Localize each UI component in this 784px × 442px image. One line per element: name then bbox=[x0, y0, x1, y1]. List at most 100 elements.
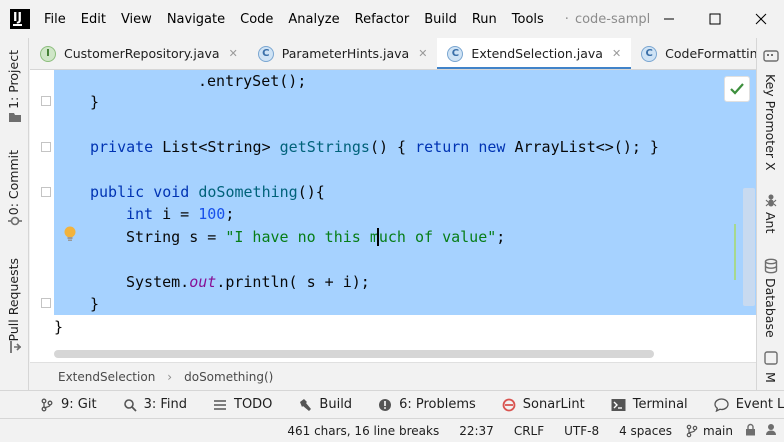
pull-request-icon bbox=[10, 341, 22, 353]
close-tab-icon[interactable]: ✕ bbox=[229, 47, 238, 60]
list-icon bbox=[214, 399, 226, 410]
sonarlint-tool-button[interactable]: SonarLint bbox=[502, 397, 585, 412]
find-tool-button[interactable]: 3: Find bbox=[123, 397, 187, 412]
menu-build[interactable]: Build bbox=[424, 12, 457, 27]
code-line: int i = 100; bbox=[126, 205, 235, 223]
close-button[interactable] bbox=[738, 0, 784, 38]
fold-marker[interactable] bbox=[41, 298, 51, 308]
editor-tabs: I CustomerRepository.java ✕ C ParameterH… bbox=[30, 38, 756, 70]
database-tool-button[interactable]: Database bbox=[763, 278, 778, 338]
window-controls bbox=[646, 0, 784, 38]
maven-tool-button[interactable]: M bbox=[763, 372, 778, 383]
inspector-icon[interactable] bbox=[764, 422, 778, 439]
menu-navigate[interactable]: Navigate bbox=[167, 12, 225, 27]
maximize-icon bbox=[709, 13, 721, 25]
commit-tool-button[interactable]: 0: Commit bbox=[6, 150, 21, 215]
project-title: · code-sampl bbox=[564, 11, 651, 27]
key-promoter-tool-button[interactable]: Key Promoter X bbox=[763, 74, 778, 171]
minimize-button[interactable] bbox=[646, 0, 692, 38]
speech-bubble-icon bbox=[714, 397, 729, 412]
selection-info: 461 chars, 16 line breaks bbox=[287, 423, 440, 438]
caret-position[interactable]: 22:37 bbox=[459, 424, 494, 438]
event-log-tool-button[interactable]: Event Log bbox=[714, 397, 784, 412]
tab-label: ExtendSelection.java bbox=[471, 46, 603, 61]
vertical-scrollbar-thumb[interactable] bbox=[743, 188, 755, 306]
tab-extend-selection[interactable]: C ExtendSelection.java ✕ bbox=[437, 38, 632, 69]
lock-icon[interactable] bbox=[745, 423, 756, 439]
checkmark-icon bbox=[730, 83, 744, 95]
build-tool-button[interactable]: Build bbox=[298, 397, 352, 412]
no-problems-indicator[interactable] bbox=[724, 76, 750, 102]
class-file-icon: C bbox=[447, 45, 464, 62]
horizontal-scrollbar[interactable] bbox=[54, 350, 654, 358]
maximize-button[interactable] bbox=[692, 0, 738, 38]
menu-refactor[interactable]: Refactor bbox=[355, 12, 410, 27]
editor-gutter[interactable] bbox=[30, 70, 54, 362]
breadcrumb-separator: › bbox=[167, 369, 173, 384]
menu-edit[interactable]: Edit bbox=[81, 12, 106, 27]
branch-icon bbox=[686, 424, 698, 437]
tab-code-formatting[interactable]: C CodeFormatting.java ✕ bbox=[631, 38, 756, 69]
tab-label: CustomerRepository.java bbox=[64, 46, 220, 61]
menu-tools[interactable]: Tools bbox=[512, 12, 544, 27]
code-line: } bbox=[54, 318, 64, 336]
breadcrumb-method[interactable]: doSomething() bbox=[184, 370, 273, 384]
fold-marker[interactable] bbox=[41, 96, 51, 106]
breadcrumb-class[interactable]: ExtendSelection bbox=[58, 370, 155, 384]
code-editor[interactable]: .entrySet(); } private List<String> getS… bbox=[30, 70, 756, 362]
fold-marker[interactable] bbox=[41, 187, 51, 197]
code-line: } bbox=[90, 295, 100, 313]
left-tool-strip: 1: Project 0: Commit Pull Requests bbox=[0, 38, 29, 390]
menu-analyze[interactable]: Analyze bbox=[288, 12, 339, 27]
right-tool-strip: Key Promoter X Ant Database M bbox=[756, 38, 784, 390]
maven-icon bbox=[764, 351, 778, 365]
code-line: } bbox=[90, 93, 100, 111]
interface-file-icon: I bbox=[40, 45, 56, 62]
file-encoding[interactable]: UTF-8 bbox=[564, 424, 599, 438]
problems-tool-button[interactable]: 6: Problems bbox=[378, 397, 476, 412]
warning-circle-icon bbox=[379, 398, 392, 411]
indent-setting[interactable]: 4 spaces bbox=[619, 424, 672, 438]
class-file-icon: C bbox=[641, 45, 658, 62]
close-tab-icon[interactable]: ✕ bbox=[612, 47, 621, 60]
code-line: public void doSomething(){ bbox=[90, 183, 325, 201]
git-branch[interactable]: main bbox=[686, 424, 733, 438]
git-tool-button[interactable]: 9: Git bbox=[40, 397, 97, 412]
todo-tool-button[interactable]: TODO bbox=[213, 397, 272, 412]
ant-tool-button[interactable]: Ant bbox=[763, 212, 778, 233]
line-separator[interactable]: CRLF bbox=[514, 424, 544, 438]
lightbulb-icon[interactable] bbox=[62, 225, 78, 243]
tab-label: ParameterHints.java bbox=[281, 46, 410, 61]
project-tool-button[interactable]: 1: Project bbox=[6, 50, 21, 109]
fold-marker[interactable] bbox=[41, 142, 51, 152]
pull-requests-tool-button[interactable]: Pull Requests bbox=[6, 258, 21, 341]
text-caret bbox=[377, 228, 379, 246]
status-bar: 461 chars, 16 line breaks 22:37 CRLF UTF… bbox=[0, 418, 784, 442]
terminal-icon bbox=[611, 398, 626, 411]
terminal-tool-button[interactable]: Terminal bbox=[611, 397, 688, 412]
breadcrumb: ExtendSelection › doSomething() bbox=[30, 362, 756, 390]
change-marker bbox=[734, 224, 736, 280]
sonarlint-icon bbox=[502, 398, 516, 411]
menu-file[interactable]: File bbox=[44, 12, 66, 27]
menu-run[interactable]: Run bbox=[472, 12, 497, 27]
search-icon bbox=[123, 398, 137, 412]
git-branch-icon bbox=[41, 398, 53, 411]
close-icon bbox=[755, 13, 767, 25]
key-promoter-icon bbox=[763, 50, 779, 62]
class-file-icon: C bbox=[257, 45, 274, 62]
code-line: .entrySet(); bbox=[198, 72, 307, 90]
tab-customer-repository[interactable]: I CustomerRepository.java ✕ bbox=[30, 38, 248, 69]
folder-icon bbox=[9, 113, 21, 122]
hammer-icon bbox=[300, 398, 312, 411]
tab-parameter-hints[interactable]: C ParameterHints.java ✕ bbox=[248, 38, 438, 69]
database-icon bbox=[764, 258, 778, 274]
menu-bar: IJ File Edit View Navigate Code Analyze … bbox=[0, 0, 784, 38]
menu-view[interactable]: View bbox=[121, 12, 152, 27]
tab-label: CodeFormatting.java bbox=[665, 46, 756, 61]
close-tab-icon[interactable]: ✕ bbox=[418, 47, 427, 60]
commit-icon bbox=[8, 216, 22, 226]
code-line: private List<String> getStrings() { retu… bbox=[90, 138, 659, 156]
intellij-logo-icon: IJ bbox=[10, 9, 30, 29]
menu-code[interactable]: Code bbox=[240, 12, 273, 27]
